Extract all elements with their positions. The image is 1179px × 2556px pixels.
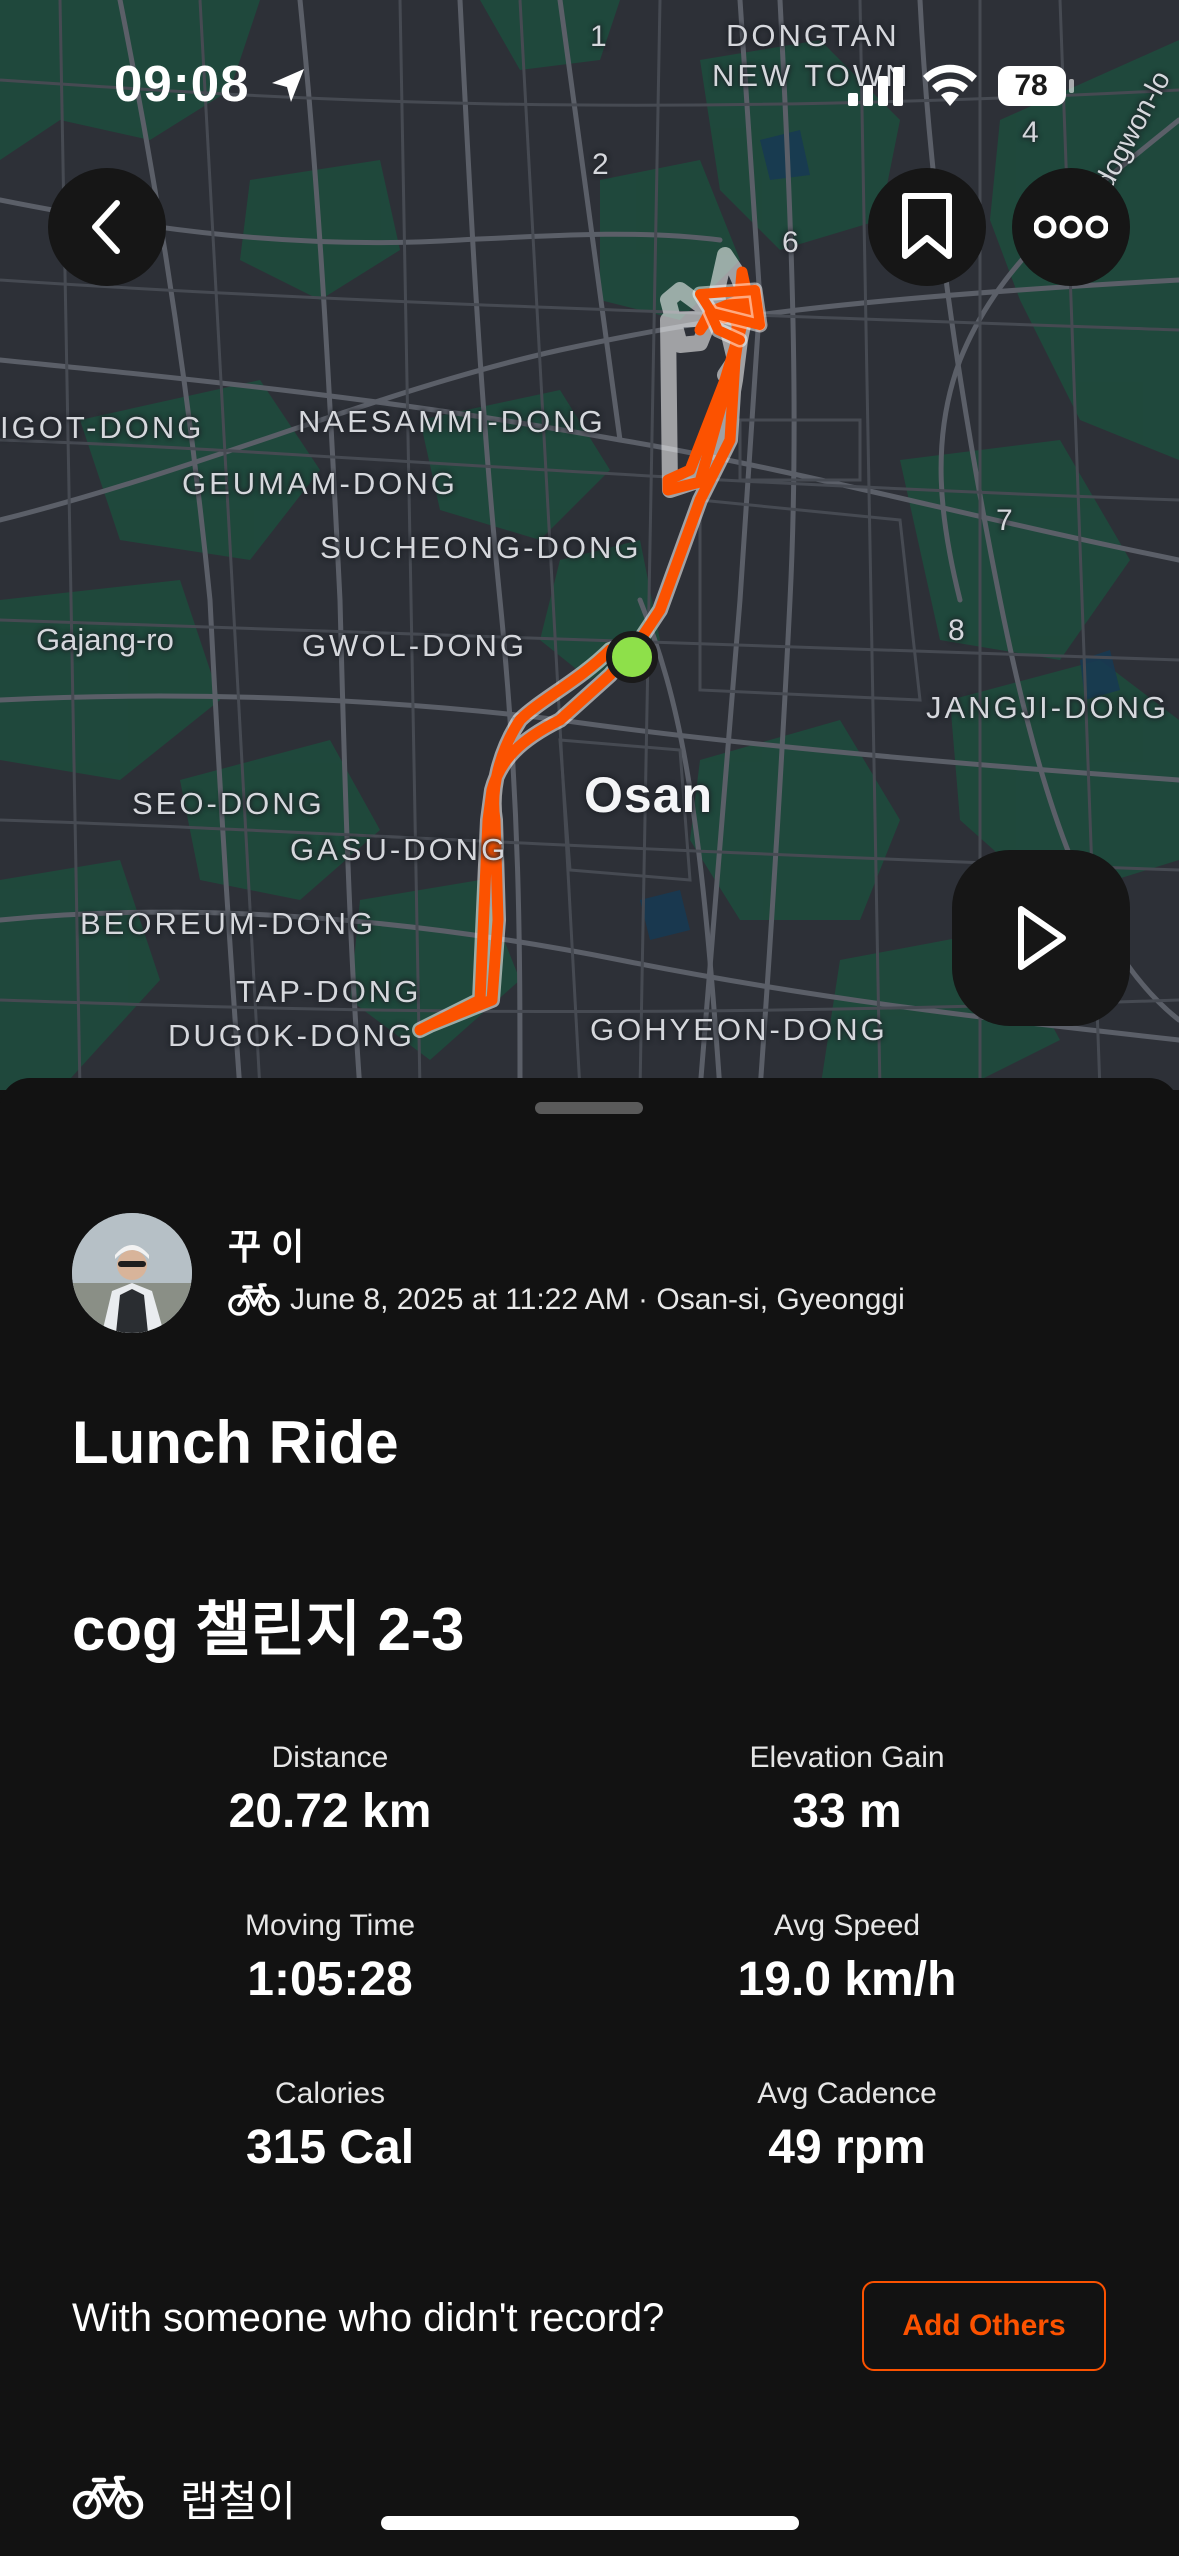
map-label: Gajang-ro xyxy=(36,622,174,657)
activity-title: Lunch Ride xyxy=(72,1409,399,1476)
avatar-image xyxy=(72,1213,192,1333)
athlete-avatar[interactable] xyxy=(72,1213,192,1333)
more-options-button[interactable] xyxy=(1012,168,1130,286)
battery-level: 78 xyxy=(1014,69,1048,102)
stat-value: 1:05:28 xyxy=(247,1953,413,2006)
map-label: BEOREUM-DONG xyxy=(80,906,377,941)
stat-label: Avg Cadence xyxy=(757,2077,937,2110)
map-label: 7 xyxy=(996,504,1013,537)
activity-description: cog 챌린지 2-3 xyxy=(72,1596,465,1663)
activity-meta: June 8, 2025 at 11:22 AM · Osan-si, Gyeo… xyxy=(228,1278,905,1322)
status-bar: 09:08 78 xyxy=(0,0,1179,160)
location-arrow-icon xyxy=(272,69,304,102)
map-label: GOHYEON-DONG xyxy=(590,1012,888,1047)
map-label: GASU-DONG xyxy=(290,832,509,867)
start-marker xyxy=(606,631,658,683)
map-label: JANGJI-DONG xyxy=(926,690,1170,725)
home-indicator[interactable] xyxy=(381,2516,799,2530)
map-label: Osan xyxy=(584,767,714,823)
stat-distance: Distance 20.72 km xyxy=(130,1738,530,1839)
stat-label: Moving Time xyxy=(244,1909,416,1942)
add-others-button[interactable]: Add Others xyxy=(862,2281,1106,2371)
bookmark-button[interactable] xyxy=(868,168,986,286)
map-label: 8 xyxy=(948,614,965,647)
wifi-icon xyxy=(923,64,977,106)
stat-avg-cadence: Avg Cadence 49 rpm xyxy=(647,2074,1047,2175)
stat-value: 20.72 km xyxy=(228,1785,432,1838)
drag-handle[interactable] xyxy=(535,1102,643,1114)
map-label: TAP-DONG xyxy=(236,974,422,1009)
map-label: NAESAMMI-DONG xyxy=(298,404,606,439)
stat-value: 19.0 km/h xyxy=(737,1953,957,2006)
back-button[interactable] xyxy=(48,168,166,286)
stat-calories: Calories 315 Cal xyxy=(130,2074,530,2175)
stat-value: 49 rpm xyxy=(768,2121,926,2174)
map-label: SUCHEONG-DONG xyxy=(320,530,642,565)
stat-value: 315 Cal xyxy=(245,2121,415,2174)
gear-row[interactable]: 랩철이 xyxy=(72,2468,296,2528)
activity-date-location: June 8, 2025 at 11:22 AM · Osan-si, Gyeo… xyxy=(290,1283,905,1316)
cellular-signal-icon xyxy=(848,67,903,106)
more-horizontal-icon xyxy=(1034,215,1108,239)
map-label: SEO-DONG xyxy=(132,786,325,821)
status-time: 09:08 xyxy=(114,55,250,112)
map-label: DUGOK-DONG xyxy=(168,1018,415,1053)
bike-icon xyxy=(72,2475,144,2520)
stat-avg-speed: Avg Speed 19.0 km/h xyxy=(647,1906,1047,2007)
athlete-name[interactable]: 꾸 이 xyxy=(228,1218,304,1270)
stat-value: 33 m xyxy=(792,1785,902,1838)
with-someone-prompt: With someone who didn't record? xyxy=(72,2296,665,2340)
stat-label: Distance xyxy=(271,1741,389,1774)
play-icon xyxy=(1018,906,1066,970)
stat-elevation-gain: Elevation Gain 33 m xyxy=(647,1738,1047,1839)
gear-name: 랩철이 xyxy=(180,2477,296,2525)
map-label: GWOL-DONG xyxy=(302,628,528,663)
map-label: 6 xyxy=(782,226,799,259)
bookmark-icon xyxy=(902,193,952,259)
stat-label: Calories xyxy=(274,2077,386,2110)
stat-label: Avg Speed xyxy=(773,1909,921,1942)
stat-label: Elevation Gain xyxy=(749,1741,945,1774)
map-label: GEUMAM-DONG xyxy=(182,466,458,501)
bike-icon xyxy=(228,1283,280,1316)
map-label: IGOT-DONG xyxy=(0,410,205,445)
flyover-play-button[interactable] xyxy=(952,850,1130,1026)
activity-sheet: 꾸 이 June 8, 2025 at 11:22 AM · Osan-si, … xyxy=(0,1078,1179,2556)
chevron-left-icon xyxy=(92,200,120,254)
battery-indicator: 78 xyxy=(998,66,1076,106)
stat-moving-time: Moving Time 1:05:28 xyxy=(130,1906,530,2007)
